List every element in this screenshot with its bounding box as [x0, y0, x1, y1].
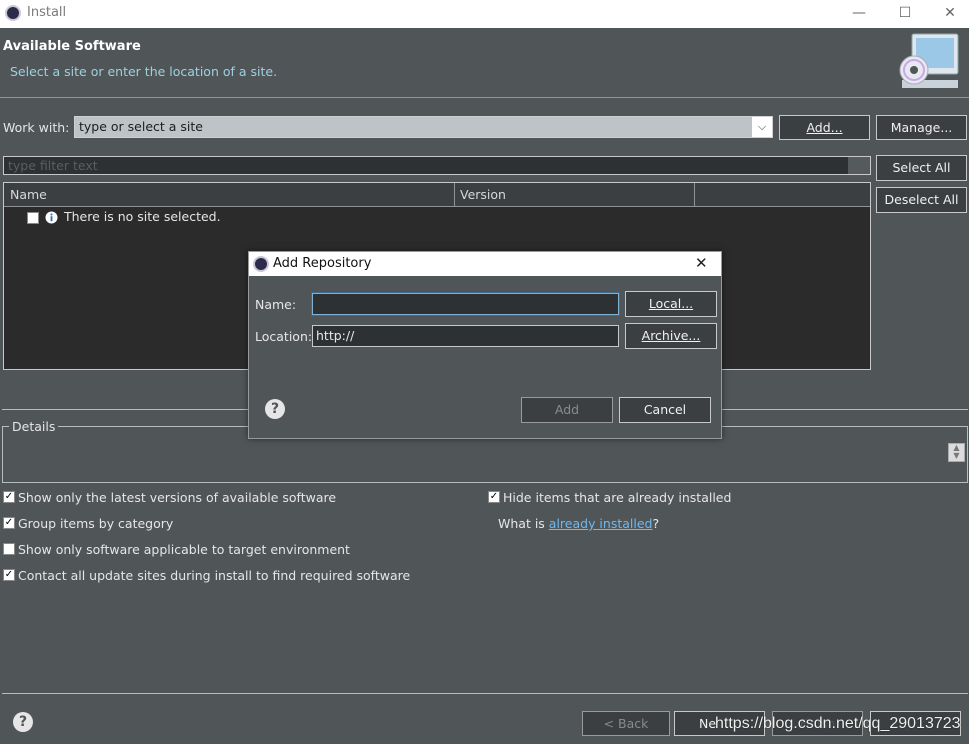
archive-button[interactable]: Archive... [625, 323, 717, 349]
option-contact-update-sites-label[interactable]: Contact all update sites during install … [18, 568, 410, 583]
name-label: Name: [255, 297, 297, 312]
close-window-button[interactable]: ✕ [927, 0, 969, 28]
checkbox-latest-versions[interactable]: ✓ [3, 491, 15, 503]
page-subtitle: Select a site or enter the location of a… [10, 64, 278, 79]
local-button[interactable]: Local... [625, 291, 717, 317]
maximize-button[interactable]: ☐ [882, 0, 928, 28]
dialog-title: Add Repository [273, 256, 372, 271]
column-separator [694, 183, 695, 207]
work-with-combo[interactable]: type or select a site ⌵ [74, 116, 773, 138]
repository-location-input[interactable]: http:// [312, 325, 619, 347]
watermark-text: https://blog.csdn.net/qq_29013723 [715, 715, 961, 732]
checkbox-group-by-category[interactable]: ✓ [3, 517, 15, 529]
install-cd-icon [899, 33, 959, 88]
option-latest-versions-label[interactable]: Show only the latest versions of availab… [18, 490, 336, 505]
info-icon [45, 211, 58, 224]
add-site-button[interactable]: Add... [779, 115, 870, 140]
column-separator [454, 183, 455, 207]
dialog-close-icon[interactable]: ✕ [695, 254, 708, 272]
checkbox-target-environment[interactable] [3, 543, 15, 555]
dialog-title-bar: Add Repository ✕ [249, 252, 721, 276]
what-is-prefix: What is [498, 516, 549, 531]
filter-clear-area [848, 157, 870, 174]
add-repository-dialog: Add Repository ✕ Name: Local... Location… [248, 251, 722, 439]
back-button[interactable]: < Back [582, 711, 670, 736]
dialog-help-icon[interactable]: ? [265, 399, 285, 419]
no-site-message: There is no site selected. [64, 209, 221, 224]
filter-placeholder: type filter text [8, 158, 98, 173]
location-label: Location: [255, 329, 313, 344]
eclipse-app-icon [5, 5, 21, 21]
what-is-installed-text: What is already installed? [498, 516, 659, 531]
column-header-version[interactable]: Version [460, 187, 506, 202]
chevron-down-icon[interactable]: ⌵ [752, 117, 772, 137]
eclipse-dialog-icon [253, 256, 269, 272]
checkbox-hide-installed[interactable]: ✓ [488, 491, 500, 503]
dialog-add-button[interactable]: Add [521, 397, 613, 423]
footer-divider [2, 693, 968, 694]
work-with-label: Work with: [3, 120, 70, 135]
option-group-by-category-label[interactable]: Group items by category [18, 516, 173, 531]
page-title: Available Software [3, 39, 141, 54]
already-installed-link[interactable]: already installed [549, 516, 653, 531]
work-with-value: type or select a site [79, 119, 203, 134]
column-header-name[interactable]: Name [10, 187, 47, 202]
select-all-button[interactable]: Select All [876, 155, 967, 181]
what-is-suffix: ? [652, 516, 660, 531]
checkbox-contact-update-sites[interactable]: ✓ [3, 569, 15, 581]
manage-sites-button[interactable]: Manage... [876, 115, 967, 140]
details-scrollbar[interactable]: ▲ ▼ [948, 443, 965, 462]
deselect-all-button[interactable]: Deselect All [876, 187, 967, 213]
repository-name-input[interactable] [312, 293, 619, 315]
filter-input[interactable]: type filter text [3, 156, 871, 175]
wizard-header: Available Software Select a site or ente… [0, 28, 969, 98]
minimize-button[interactable]: — [836, 0, 882, 28]
window-title-bar: Install — ☐ ✕ [0, 0, 969, 28]
option-target-environment-label[interactable]: Show only software applicable to target … [18, 542, 350, 557]
help-icon[interactable]: ? [13, 712, 33, 732]
window-title: Install [27, 5, 67, 20]
table-header: Name Version [4, 183, 870, 207]
table-row[interactable]: There is no site selected. [4, 207, 870, 227]
dialog-cancel-button[interactable]: Cancel [619, 397, 711, 423]
option-hide-installed-label[interactable]: Hide items that are already installed [503, 490, 731, 505]
details-legend: Details [9, 419, 59, 434]
row-checkbox[interactable] [27, 212, 39, 224]
